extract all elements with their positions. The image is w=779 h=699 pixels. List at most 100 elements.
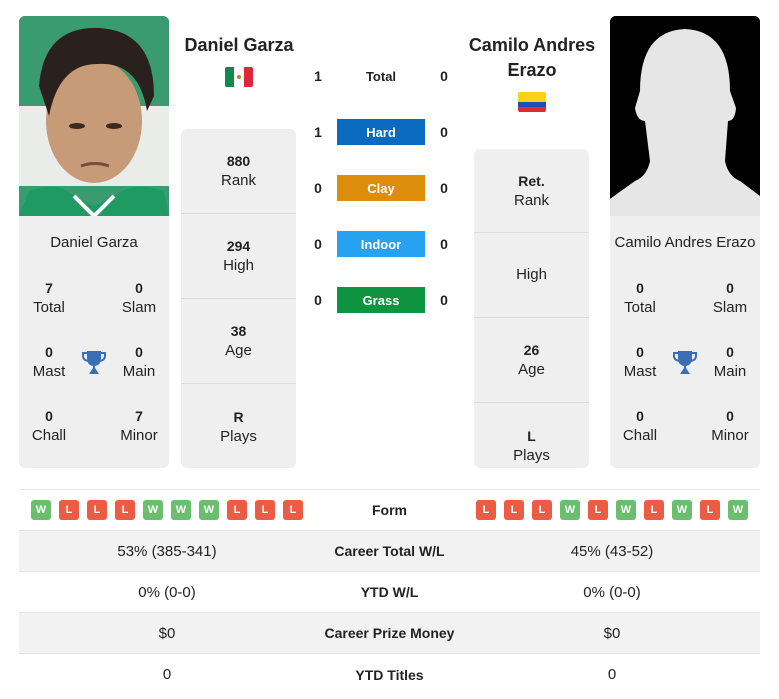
player2-name[interactable]: Camilo Andres Erazo — [462, 33, 602, 83]
colombia-flag-icon — [518, 92, 546, 112]
title-label: Chall — [622, 427, 658, 444]
stat-value: 26 — [523, 342, 540, 358]
h2h-p1-count: 0 — [314, 292, 322, 308]
row-label: Career Total W/L — [334, 543, 445, 559]
player2-card-name[interactable]: Camilo Andres Erazo — [610, 233, 760, 253]
player2-titles-total: 0 Total — [610, 278, 670, 318]
player2-value: 0% (0-0) — [583, 583, 641, 601]
player2-titles-minor: 0 Minor — [700, 406, 760, 446]
form-badge-loss[interactable]: L — [644, 500, 664, 520]
stat-value: L — [527, 427, 536, 444]
h2h-p2-count: 0 — [440, 180, 448, 196]
surface-clay-button[interactable]: Clay — [337, 175, 425, 201]
trophy-icon — [79, 342, 109, 376]
h2h-p2-count: 0 — [440, 124, 448, 140]
player1-titles-main: 0 Main — [109, 342, 169, 382]
title-count: 0 — [636, 344, 644, 360]
row-label: YTD Titles — [355, 666, 424, 683]
comparison-table: WLLLWWWLLL Form LLLWLWLWLW 53% (385-341)… — [19, 489, 760, 695]
player2-age: 26 Age — [474, 318, 589, 403]
title-count: 0 — [45, 344, 53, 360]
player1-stats-panel: 880 Rank 294 High 38 Age R Plays — [181, 129, 296, 468]
player2-value: 0 — [607, 666, 617, 683]
title-count: 0 — [726, 344, 734, 360]
h2h-p2-count: 0 — [440, 68, 448, 84]
row-label: Form — [372, 502, 407, 518]
form-badge-loss[interactable]: L — [227, 500, 247, 520]
surface-total: Total — [365, 68, 397, 84]
h2h-p1-count: 0 — [314, 236, 322, 252]
stat-label: Plays — [513, 446, 550, 464]
form-badge-win[interactable]: W — [672, 500, 692, 520]
player1-plays: R Plays — [181, 384, 296, 469]
player1-titles-total: 7 Total — [19, 278, 79, 318]
form-badge-loss[interactable]: L — [700, 500, 720, 520]
player2-photo[interactable] — [610, 16, 760, 216]
form-badge-win[interactable]: W — [199, 500, 219, 520]
form-badge-loss[interactable]: L — [588, 500, 608, 520]
stat-label: High — [516, 266, 547, 283]
stat-label: Age — [518, 361, 545, 378]
player1-titles-chall: 0 Chall — [19, 406, 79, 446]
player2-stats-panel: Ret. Rank High 26 Age L Plays — [474, 149, 589, 468]
player2-value: $0 — [603, 624, 621, 642]
form-badge-loss[interactable]: L — [283, 500, 303, 520]
form-badge-loss[interactable]: L — [59, 500, 79, 520]
surface-hard-button[interactable]: Hard — [337, 119, 425, 145]
title-label: Main — [713, 363, 747, 380]
h2h-p1-count: 1 — [314, 124, 322, 140]
player1-form-badges: WLLLWWWLLL — [19, 500, 315, 520]
player2-titles-slam: 0 Slam — [700, 278, 760, 318]
player1-portrait-image — [19, 16, 169, 216]
stat-value: 294 — [226, 238, 251, 254]
player2-titles-card: Camilo Andres Erazo 0 Total 0 Slam 0 Mast 0… — [610, 216, 760, 468]
h2h-p2-count: 0 — [440, 292, 448, 308]
stat-label: Rank — [513, 191, 550, 209]
player1-high: 294 High — [181, 214, 296, 299]
title-label: Mast — [32, 363, 66, 380]
form-badge-win[interactable]: W — [171, 500, 191, 520]
player1-card-name[interactable]: Daniel Garza — [19, 233, 169, 253]
player2-form-badges: LLLWLWLWLW — [464, 500, 760, 520]
title-label: Chall — [31, 427, 67, 444]
title-count: 0 — [45, 408, 53, 424]
player1-photo[interactable] — [19, 16, 169, 216]
h2h-p1-count: 1 — [314, 68, 322, 84]
player1-value: 0% (0-0) — [138, 583, 196, 601]
form-badge-loss[interactable]: L — [255, 500, 275, 520]
title-count: 0 — [636, 280, 644, 296]
form-badge-win[interactable]: W — [728, 500, 748, 520]
player1-titles-slam: 0 Slam — [109, 278, 169, 318]
table-row-ytd-wl: 0% (0-0) YTD W/L 0% (0-0) — [19, 572, 760, 613]
title-count: 7 — [135, 408, 143, 424]
form-badge-loss[interactable]: L — [504, 500, 524, 520]
player1-name[interactable]: Daniel Garza — [176, 33, 302, 58]
player1-value: $0 — [158, 624, 176, 642]
stat-value: 38 — [230, 323, 247, 339]
mexico-flag-icon — [225, 67, 253, 87]
player2-titles-main: 0 Main — [700, 342, 760, 382]
form-badge-loss[interactable]: L — [87, 500, 107, 520]
player1-value: 53% (385-341) — [117, 542, 217, 560]
form-badge-win[interactable]: W — [31, 500, 51, 520]
form-badge-loss[interactable]: L — [115, 500, 135, 520]
stat-label: High — [223, 257, 254, 274]
player2-value: 45% (43-52) — [570, 542, 654, 560]
h2h-row-clay: 0 Clay 0 — [308, 175, 458, 201]
player2-titles-mast: 0 Mast — [610, 342, 670, 382]
title-label: Main — [122, 363, 156, 380]
surface-indoor-button[interactable]: Indoor — [337, 231, 425, 257]
row-label: YTD W/L — [360, 584, 419, 600]
form-badge-loss[interactable]: L — [532, 500, 552, 520]
form-badge-win[interactable]: W — [560, 500, 580, 520]
player2-titles-chall: 0 Chall — [610, 406, 670, 446]
player2-high: High — [474, 233, 589, 318]
form-badge-win[interactable]: W — [616, 500, 636, 520]
player1-titles-card: Daniel Garza 7 Total 0 Slam 0 Mast 0 Main 0 C… — [19, 216, 169, 468]
form-badge-win[interactable]: W — [143, 500, 163, 520]
stat-value: 880 — [226, 153, 251, 169]
form-badge-loss[interactable]: L — [476, 500, 496, 520]
player2-rank: Ret. Rank — [474, 149, 589, 233]
surface-grass-button[interactable]: Grass — [337, 287, 425, 313]
title-count: 7 — [45, 280, 53, 296]
